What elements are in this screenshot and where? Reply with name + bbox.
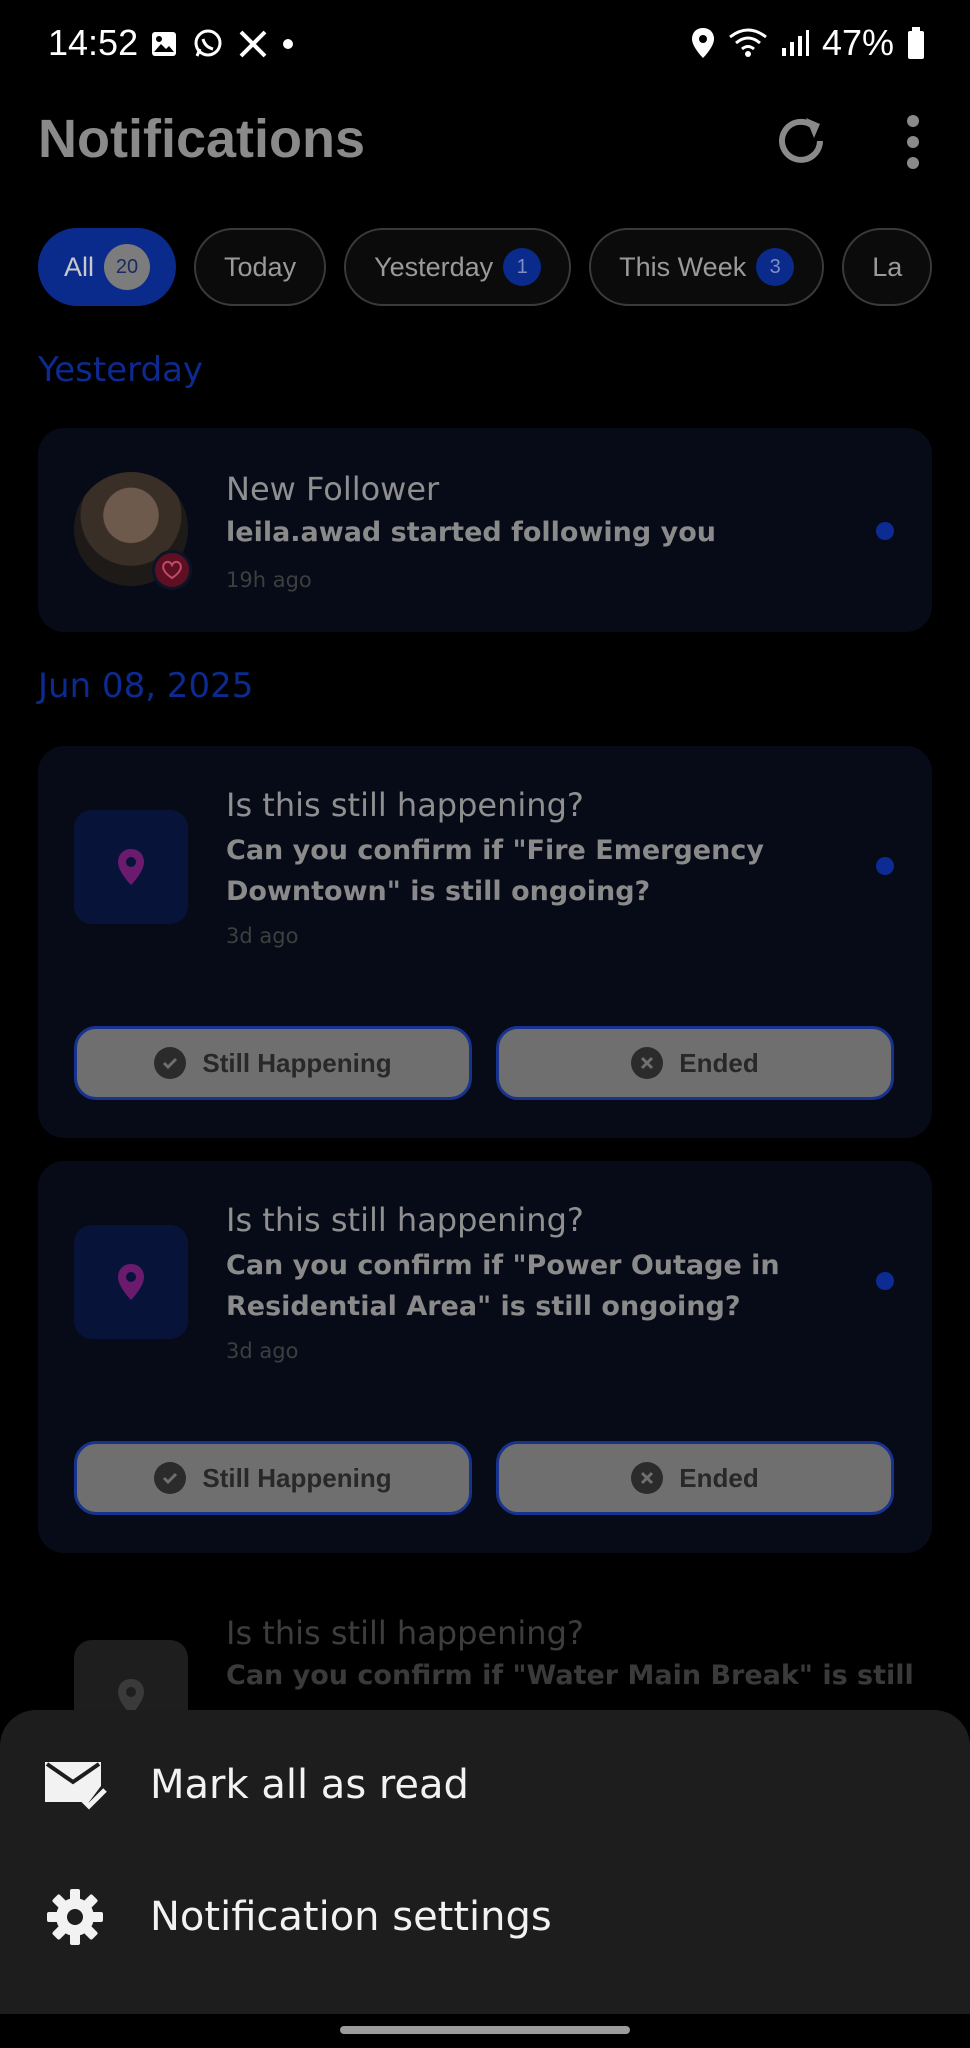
heart-icon — [152, 550, 192, 590]
notification-body-line2: Residential Area" is still ongoing? — [226, 1291, 741, 1322]
button-label: Ended — [679, 1047, 759, 1078]
status-bar: 14:52 47% — [0, 0, 970, 90]
battery-percent: 47% — [821, 22, 894, 63]
location-icon — [691, 28, 714, 58]
notification-body: leila.awad started following you — [226, 517, 716, 548]
filter-chips: All 20 Today Yesterday 1 This Week 3 La — [38, 228, 932, 306]
chip-badge: 1 — [503, 248, 542, 286]
chip-label: Today — [224, 251, 297, 282]
notification-title: Is this still happening? — [226, 1201, 584, 1239]
image-icon — [152, 32, 176, 56]
chip-last[interactable]: La — [842, 228, 932, 306]
status-time: 14:52 — [48, 22, 139, 63]
x-icon — [239, 30, 267, 58]
notification-card-confirm[interactable]: Is this still happening? Can you confirm… — [38, 1161, 932, 1553]
still-happening-button[interactable]: Still Happening — [74, 1441, 472, 1515]
notification-time: 19h ago — [226, 568, 312, 592]
cancel-circle-icon — [631, 1047, 664, 1079]
pin-icon — [74, 810, 188, 924]
chip-yesterday[interactable]: Yesterday 1 — [344, 228, 572, 306]
button-label: Still Happening — [202, 1462, 392, 1493]
chip-label: La — [872, 251, 903, 282]
refresh-icon[interactable] — [772, 112, 830, 170]
battery-icon — [908, 27, 924, 59]
notification-body-line1: Can you confirm if "Power Outage in — [226, 1250, 780, 1281]
button-label: Still Happening — [202, 1047, 392, 1078]
notification-body-line2: Downtown" is still ongoing? — [226, 876, 651, 907]
sheet-item-label: Notification settings — [150, 1894, 552, 1940]
ended-button[interactable]: Ended — [496, 1026, 894, 1100]
pin-icon — [74, 1225, 188, 1339]
button-label: Ended — [679, 1462, 759, 1493]
notification-card-follower[interactable]: New Follower leila.awad started followin… — [38, 428, 932, 632]
notification-title: Is this still happening? — [226, 786, 584, 824]
more-vert-icon[interactable] — [900, 114, 926, 170]
chip-badge: 3 — [756, 248, 795, 286]
chip-all[interactable]: All 20 — [38, 228, 177, 306]
app-bar: Notifications — [0, 100, 970, 200]
unread-dot — [876, 1272, 894, 1290]
chip-label: All — [64, 251, 95, 282]
bottom-sheet: Mark all as read Notification settings — [0, 1710, 970, 2014]
chip-label: Yesterday — [374, 251, 494, 282]
unread-dot — [876, 857, 894, 875]
section-header-date: Jun 08, 2025 — [38, 666, 254, 706]
chip-badge: 20 — [104, 244, 151, 290]
mark-all-read-option[interactable]: Mark all as read — [0, 1730, 970, 1840]
notification-settings-option[interactable]: Notification settings — [0, 1862, 970, 1972]
notification-time: 3d ago — [226, 1339, 299, 1363]
notification-title: Is this still happening? — [226, 1614, 584, 1652]
page-title: Notifications — [38, 109, 366, 169]
notification-card-confirm[interactable]: Is this still happening? Can you confirm… — [38, 746, 932, 1138]
chip-today[interactable]: Today — [194, 228, 327, 306]
cancel-circle-icon — [631, 1462, 664, 1494]
check-circle-icon — [154, 1462, 187, 1494]
mark-email-read-icon — [42, 1752, 108, 1818]
ended-button[interactable]: Ended — [496, 1441, 894, 1515]
dot-icon — [283, 39, 293, 49]
chip-label: This Week — [619, 251, 747, 282]
unread-dot — [876, 522, 894, 540]
notification-body-line1: Can you confirm if "Water Main Break" is… — [226, 1660, 914, 1691]
wifi-icon — [729, 28, 767, 57]
check-circle-icon — [154, 1047, 187, 1079]
sheet-item-label: Mark all as read — [150, 1762, 469, 1808]
whatsapp-icon — [194, 29, 222, 57]
gear-icon — [42, 1884, 108, 1950]
chip-this-week[interactable]: This Week 3 — [589, 228, 825, 306]
notification-time: 3d ago — [226, 924, 299, 948]
section-header-yesterday: Yesterday — [38, 350, 204, 390]
signal-icon — [781, 30, 809, 56]
notification-body-line1: Can you confirm if "Fire Emergency — [226, 835, 764, 866]
gesture-bar[interactable] — [340, 2026, 630, 2034]
notification-title: New Follower — [226, 470, 440, 508]
still-happening-button[interactable]: Still Happening — [74, 1026, 472, 1100]
